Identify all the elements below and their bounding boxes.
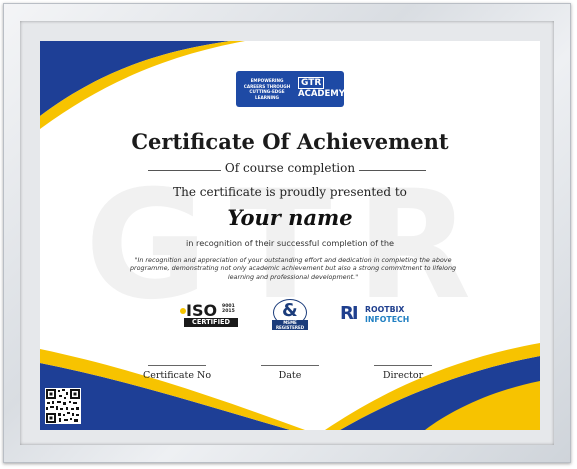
msme-label: MSME REGISTERED — [272, 320, 308, 330]
academy-logo: EMPOWERING CAREERS THROUGH CUTTING-EDGE … — [236, 71, 345, 107]
logo-mark: GTR — [298, 77, 325, 89]
date-label: Date — [278, 370, 302, 381]
iso-label: CERTIFIED — [184, 318, 238, 327]
certificate-quote: "In recognition and appreciation of your… — [129, 256, 457, 281]
signature-line-date — [261, 365, 319, 366]
msme-badge-icon: & MSME REGISTERED — [270, 299, 310, 332]
qr-code-icon[interactable] — [45, 388, 81, 424]
certificate-frame: GTR EMPOWERING CAREERS THROUGH CUTTING-E… — [3, 3, 571, 463]
signature-line-director — [374, 365, 432, 366]
msme-mark: & — [282, 300, 298, 321]
rootbix-mark: RI — [340, 303, 359, 324]
rootbix-subname: INFOTECH — [365, 315, 410, 324]
logo-name: ACADEMY — [298, 89, 345, 99]
certificate-no-label: Certificate No — [142, 370, 212, 381]
iso-badge-icon: ISO 9001 2015 CERTIFIED — [180, 301, 242, 327]
logo-tagline: EMPOWERING CAREERS THROUGH CUTTING-EDGE … — [243, 78, 291, 100]
certificate-title: Certificate Of Achievement — [131, 129, 449, 154]
recipient-name: Your name — [227, 205, 353, 230]
signature-line-certificate-no — [148, 365, 206, 366]
iso-years: 9001 2015 — [222, 304, 235, 314]
presented-text: The certificate is proudly presented to — [173, 185, 407, 199]
subtitle: Of course completion — [40, 161, 540, 175]
recognition-text: in recognition of their successful compl… — [185, 238, 395, 248]
rootbix-name: ROOTBIX — [365, 305, 405, 314]
certificate-paper: GTR EMPOWERING CAREERS THROUGH CUTTING-E… — [40, 41, 540, 430]
rootbix-logo-icon: RI ROOTBIX INFOTECH — [340, 303, 432, 327]
subtitle-row: Of course completion — [40, 161, 540, 179]
director-label: Director — [382, 370, 424, 381]
